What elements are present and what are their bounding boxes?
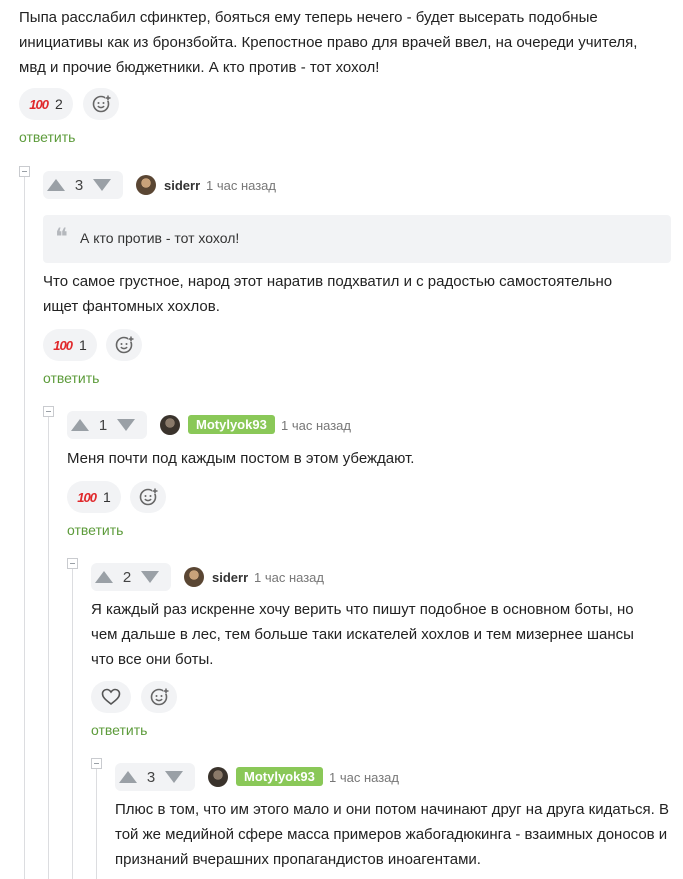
comment-text: Пыпа расслабил сфинктер, бояться ему теп…	[19, 9, 638, 76]
avatar[interactable]	[208, 767, 228, 787]
add-emoji-icon	[92, 95, 111, 113]
collapse-toggle[interactable]	[67, 558, 78, 569]
upvote-icon	[71, 419, 89, 431]
comment-text: Плюс в том, что им этого мало и они пото…	[115, 801, 670, 868]
timestamp[interactable]: 1 час назад	[329, 770, 399, 785]
add-emoji-icon	[139, 488, 158, 506]
upvote-button[interactable]	[91, 563, 117, 591]
avatar[interactable]	[160, 415, 180, 435]
reply-link[interactable]: ответить	[19, 129, 75, 145]
comment-text: Меня почти под каждым постом в этом убеж…	[67, 450, 415, 467]
timestamp[interactable]: 1 час назад	[206, 178, 276, 193]
add-emoji-icon	[115, 336, 134, 354]
reaction-button[interactable]: 100 1	[43, 329, 97, 361]
thread-line-3[interactable]	[72, 562, 73, 879]
reaction-button[interactable]: 100 2	[19, 88, 73, 120]
add-reaction-button[interactable]	[106, 329, 142, 361]
vote-box: 2	[91, 563, 171, 591]
reply-link[interactable]: ответить	[67, 522, 123, 538]
collapse-toggle[interactable]	[43, 406, 54, 417]
thread-line-1[interactable]	[24, 176, 25, 879]
collapse-toggle[interactable]	[19, 166, 30, 177]
timestamp[interactable]: 1 час назад	[281, 418, 351, 433]
upvote-button[interactable]	[115, 763, 141, 791]
upvote-button[interactable]	[43, 171, 69, 199]
avatar[interactable]	[184, 567, 204, 587]
vote-count: 1	[98, 416, 108, 434]
comment-text: Что самое грустное, народ этот наратив п…	[43, 273, 613, 315]
thread-line-4[interactable]	[96, 762, 97, 879]
reaction-count: 2	[54, 96, 63, 112]
add-emoji-icon	[150, 688, 169, 706]
upvote-icon	[95, 571, 113, 583]
vote-count: 3	[74, 176, 84, 194]
quote-icon: ❝	[55, 223, 68, 251]
quote-text: А кто против - тот хохол!	[80, 230, 240, 246]
downvote-button[interactable]	[137, 563, 163, 591]
upvote-icon	[119, 771, 137, 783]
timestamp[interactable]: 1 час назад	[254, 570, 324, 585]
username[interactable]: siderr	[212, 570, 248, 585]
vote-box: 3	[43, 171, 123, 199]
downvote-icon	[141, 571, 159, 583]
reaction-button[interactable]: 100 1	[67, 481, 121, 513]
avatar[interactable]	[136, 175, 156, 195]
downvote-icon	[93, 179, 111, 191]
reaction-count: 1	[78, 337, 87, 353]
downvote-icon	[117, 419, 135, 431]
upvote-icon	[47, 179, 65, 191]
reaction-count: 1	[102, 489, 111, 505]
comment-text: Я каждый раз искренне хочу верить что пи…	[91, 601, 634, 668]
add-reaction-button[interactable]	[130, 481, 166, 513]
username-badge[interactable]: Motylyok93	[236, 767, 323, 786]
hundred-points-icon: 100	[29, 96, 49, 112]
collapse-toggle[interactable]	[91, 758, 102, 769]
vote-count: 3	[146, 768, 156, 786]
vote-count: 2	[122, 568, 132, 586]
quote-block: ❝ А кто против - тот хохол!	[43, 215, 671, 263]
reply-link[interactable]: ответить	[91, 722, 147, 738]
hundred-points-icon: 100	[53, 337, 73, 353]
thread-line-2[interactable]	[48, 410, 49, 879]
reply-link[interactable]: ответить	[43, 370, 99, 386]
like-button[interactable]	[91, 681, 131, 713]
vote-box: 3	[115, 763, 195, 791]
upvote-button[interactable]	[67, 411, 93, 439]
add-reaction-button[interactable]	[141, 681, 177, 713]
downvote-icon	[165, 771, 183, 783]
username[interactable]: siderr	[164, 178, 200, 193]
hundred-points-icon: 100	[77, 489, 97, 505]
heart-icon	[101, 688, 121, 706]
downvote-button[interactable]	[113, 411, 139, 439]
add-reaction-button[interactable]	[83, 88, 119, 120]
vote-box: 1	[67, 411, 147, 439]
downvote-button[interactable]	[89, 171, 115, 199]
downvote-button[interactable]	[161, 763, 187, 791]
username-badge[interactable]: Motylyok93	[188, 415, 275, 434]
